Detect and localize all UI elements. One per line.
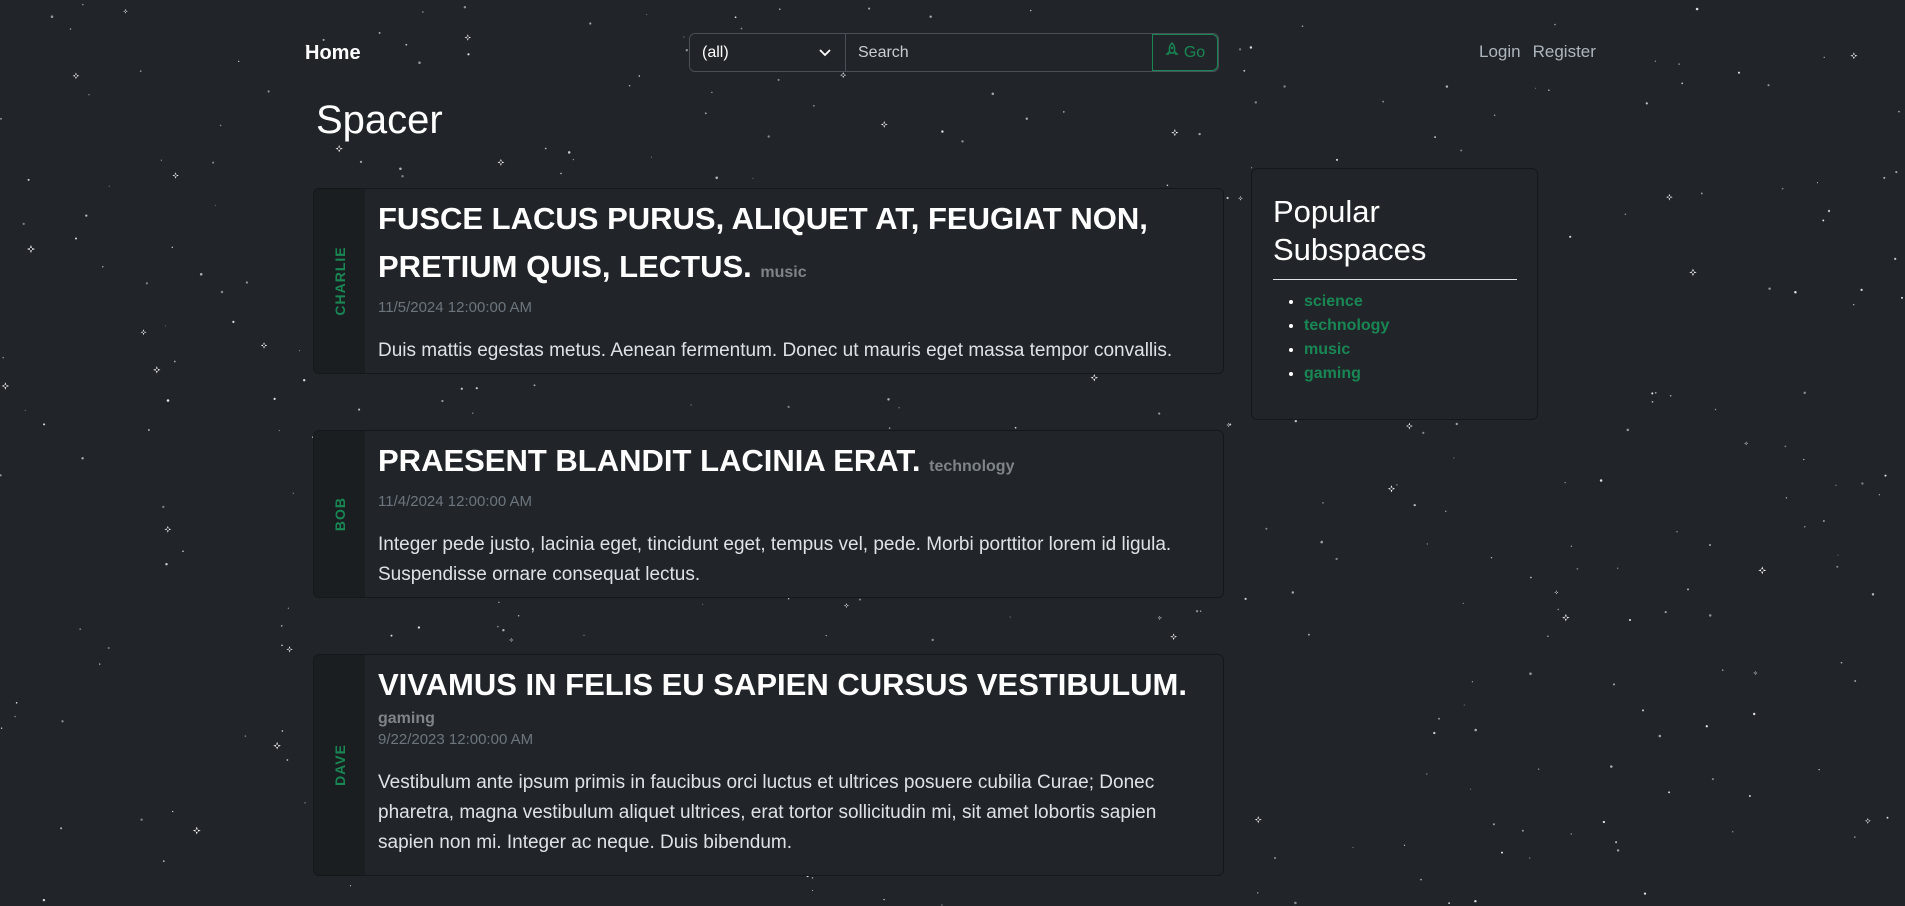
post-title[interactable]: VIVAMUS IN FELIS EU SAPIEN CURSUS VESTIB…: [378, 661, 1207, 729]
post-card[interactable]: CHARLIE FUSCE LACUS PURUS, ALIQUET AT, F…: [313, 188, 1224, 374]
list-item: music: [1304, 338, 1517, 362]
post-card[interactable]: DAVE VIVAMUS IN FELIS EU SAPIEN CURSUS V…: [313, 654, 1224, 876]
post-date: 11/4/2024 12:00:00 AM: [378, 493, 533, 510]
post-author[interactable]: BOB: [332, 497, 348, 531]
subspace-select-value: (all): [702, 43, 729, 61]
post-card[interactable]: BOB PRAESENT BLANDIT LACINIA ERAT. techn…: [313, 430, 1224, 598]
post-author-column: CHARLIE: [314, 189, 365, 373]
chevron-down-icon: [819, 44, 831, 62]
subspace-select[interactable]: (all): [690, 34, 846, 71]
rocket-icon: [1165, 42, 1179, 63]
search-form: (all) Search Go: [689, 33, 1219, 72]
search-placeholder: Search: [858, 43, 909, 61]
post-subspace[interactable]: gaming: [378, 709, 1207, 729]
subspace-link-music[interactable]: music: [1304, 341, 1350, 358]
post-subspace[interactable]: music: [760, 264, 806, 281]
sidebar-title: Popular Subspaces: [1273, 193, 1517, 280]
post-title[interactable]: FUSCE LACUS PURUS, ALIQUET AT, FEUGIAT N…: [378, 195, 1207, 297]
list-item: gaming: [1304, 362, 1517, 386]
post-author[interactable]: DAVE: [332, 744, 348, 786]
post-title[interactable]: PRAESENT BLANDIT LACINIA ERAT. technolog…: [378, 437, 1207, 491]
post-body: FUSCE LACUS PURUS, ALIQUET AT, FEUGIAT N…: [365, 189, 1223, 373]
post-date: 9/22/2023 12:00:00 AM: [378, 731, 534, 748]
search-input[interactable]: Search: [846, 34, 1152, 71]
post-body: PRAESENT BLANDIT LACINIA ERAT. technolog…: [365, 431, 1223, 597]
subspace-link-science[interactable]: science: [1304, 293, 1363, 310]
login-link[interactable]: Login: [1479, 42, 1521, 62]
page-title: Spacer: [316, 98, 443, 142]
list-item: science: [1304, 290, 1517, 314]
post-date: 11/5/2024 12:00:00 AM: [378, 299, 533, 316]
post-author-column: BOB: [314, 431, 365, 597]
post-author-column: DAVE: [314, 655, 365, 875]
subspace-link-technology[interactable]: technology: [1304, 317, 1389, 334]
register-link[interactable]: Register: [1533, 42, 1596, 62]
post-title-text[interactable]: VIVAMUS IN FELIS EU SAPIEN CURSUS VESTIB…: [378, 667, 1187, 702]
post-text: Duis mattis egestas metus. Aenean fermen…: [378, 340, 1173, 361]
home-link[interactable]: Home: [305, 42, 361, 65]
post-author[interactable]: CHARLIE: [332, 246, 348, 315]
auth-links: Login Register: [1479, 42, 1596, 62]
post-text: Vestibulum ante ipsum primis in faucibus…: [378, 772, 1157, 853]
top-navbar: Home (all) Search Go Login Register: [0, 0, 1905, 104]
post-body: VIVAMUS IN FELIS EU SAPIEN CURSUS VESTIB…: [365, 655, 1223, 875]
list-item: technology: [1304, 314, 1517, 338]
subspace-list: science technology music gaming: [1273, 290, 1517, 386]
post-subspace[interactable]: technology: [929, 458, 1014, 475]
subspace-link-gaming[interactable]: gaming: [1304, 365, 1361, 382]
go-label: Go: [1183, 43, 1206, 61]
popular-subspaces-panel: Popular Subspaces science technology mus…: [1251, 168, 1538, 420]
post-text: Integer pede justo, lacinia eget, tincid…: [378, 534, 1172, 585]
go-button[interactable]: Go: [1152, 34, 1218, 71]
post-title-text[interactable]: PRAESENT BLANDIT LACINIA ERAT.: [378, 443, 921, 478]
